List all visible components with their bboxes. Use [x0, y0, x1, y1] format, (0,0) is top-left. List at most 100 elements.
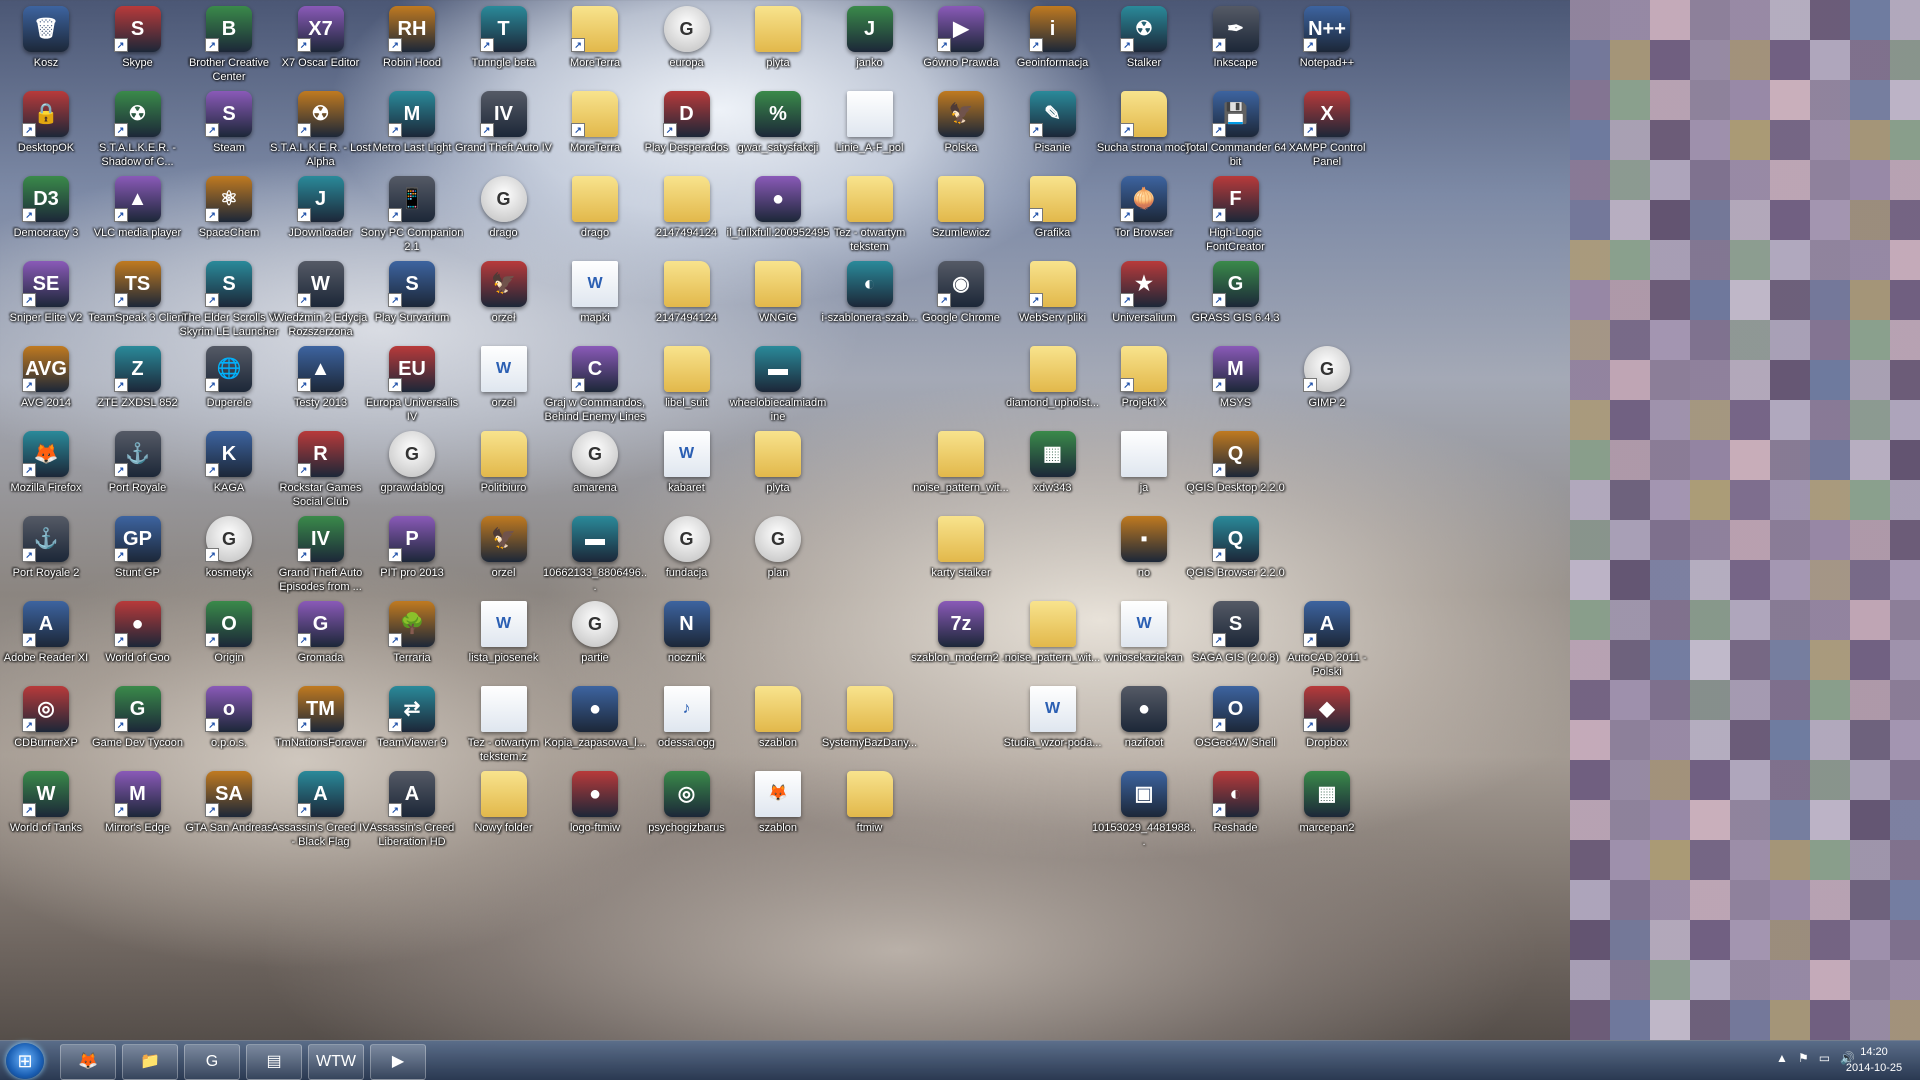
desktop-icon-label: Brother Creative Center: [188, 57, 270, 83]
desktop-icon-label: SystemyBazDany...: [821, 737, 918, 749]
mosaic-tile: [1610, 800, 1650, 840]
mosaic-tile: [1890, 40, 1920, 80]
desktop-icon-label: libel_suit: [665, 397, 708, 409]
mosaic-tile: [1610, 1000, 1650, 1040]
mosaic-tile: [1730, 320, 1770, 360]
desktop-icon-label: janko: [856, 57, 883, 69]
mosaic-tile: [1770, 400, 1810, 440]
desktop-icon-label: Skype: [122, 57, 153, 69]
shortcut-arrow-icon: ↗: [205, 803, 219, 817]
app-icon: ●: [1121, 686, 1167, 732]
shortcut-arrow-icon: ↗: [22, 208, 36, 222]
desktop-icon-label: KAGA: [213, 482, 245, 494]
mosaic-tile: [1730, 40, 1770, 80]
mosaic-tile: [1730, 800, 1770, 840]
mosaic-tile: [1730, 1000, 1770, 1040]
mosaic-tile: [1890, 280, 1920, 320]
shortcut-arrow-icon: ↗: [388, 718, 402, 732]
desktop-icon[interactable]: ◐ i-szablonera-szab...: [818, 257, 922, 357]
desktop-icon-label: AutoCAD 2011 - Polski: [1287, 652, 1367, 678]
desktop-icon[interactable]: SA ↗ GTA San Andreas: [177, 767, 281, 867]
taskbar: ⊞ 🦊 📁 G ▤ WTW ▶ ▲ ⚑ ▭ 🔊 14:20 2014-10-25: [0, 1040, 1920, 1080]
start-button[interactable]: ⊞: [6, 1043, 44, 1079]
shortcut-arrow-icon: ↗: [113, 463, 128, 477]
desktop-icon-label: Adobe Reader XI: [3, 652, 89, 664]
mosaic-tile: [1610, 40, 1650, 80]
taskbar-explorer-button[interactable]: 📁: [122, 1044, 178, 1080]
desktop-icon[interactable]: ftmiw: [818, 767, 922, 867]
desktop-icon[interactable]: X ↗ XAMPP Control Panel: [1275, 87, 1379, 187]
mosaic-tile: [1610, 320, 1650, 360]
shortcut-arrow-icon: ↗: [937, 38, 951, 52]
mosaic-tile: [1810, 200, 1850, 240]
taskbar-wtw-button[interactable]: WTW: [308, 1044, 364, 1080]
taskbar-firefox-button[interactable]: 🦊: [60, 1044, 116, 1080]
desktop-icon[interactable]: ● logo-ftmiw: [543, 767, 647, 867]
desktop-icon-label: szablon_modern2 ...: [911, 652, 1011, 664]
mosaic-tile: [1570, 520, 1610, 560]
desktop-icon[interactable]: M ↗ Mirror's Edge: [86, 767, 190, 867]
app-icon: ▬: [572, 516, 618, 562]
desktop-icon[interactable]: A ↗ Assassin's Creed IV - Black Flag: [269, 767, 373, 867]
shortcut-arrow-icon: ↗: [296, 463, 311, 477]
tray-icon[interactable]: ▭: [1819, 1051, 1830, 1065]
mosaic-tile: [1810, 760, 1850, 800]
desktop-icon[interactable]: ▦ xdw343: [1001, 427, 1105, 527]
tray-icon[interactable]: ⚑: [1798, 1051, 1809, 1065]
desktop-icon[interactable]: ▦ marcepan2: [1275, 767, 1379, 867]
mosaic-tile: [1730, 600, 1770, 640]
desktop-icon[interactable]: 🦊 szablon: [726, 767, 830, 867]
mosaic-tile: [1850, 640, 1890, 680]
mosaic-tile: [1810, 40, 1850, 80]
mosaic-tile: [1730, 160, 1770, 200]
mosaic-tile: [1810, 400, 1850, 440]
desktop-icon[interactable]: ◉ ↗ Google Chrome: [909, 257, 1013, 357]
taskbar-chart-app-button[interactable]: ▤: [246, 1044, 302, 1080]
desktop-icon-label: Assassin's Creed Liberation HD: [369, 822, 455, 848]
mosaic-tile: [1810, 640, 1850, 680]
desktop-icon-label: plan: [767, 567, 789, 579]
desktop-icon-label: logo-ftmiw: [569, 822, 621, 834]
gimp-icon: G: [572, 431, 618, 477]
mosaic-tile: [1890, 320, 1920, 360]
mosaic-tile: [1850, 920, 1890, 960]
clock[interactable]: 14:20 2014-10-25: [1834, 1044, 1914, 1076]
desktop-icon-label: Inkscape: [1213, 57, 1258, 69]
mosaic-tile: [1810, 80, 1850, 120]
desktop-icon[interactable]: G ↗ GIMP 2: [1275, 342, 1379, 442]
desktop-icon-label: Tez - otwartym tekstem.z: [467, 737, 540, 763]
app-icon: 🗑: [23, 6, 69, 52]
desktop-icon[interactable]: W Studia_wzor-poda...: [1001, 682, 1105, 782]
desktop-icon-label: Origin: [214, 652, 244, 664]
mosaic-tile: [1890, 880, 1920, 920]
desktop-icon[interactable]: Nowy folder: [452, 767, 556, 867]
tray-icon[interactable]: ▲: [1776, 1051, 1788, 1065]
desktop-icon-label: Grafika: [1034, 227, 1071, 239]
desktop-icon-label: gwar_satysfakcji: [737, 142, 819, 154]
mosaic-tile: [1690, 680, 1730, 720]
desktop-icon[interactable]: ◐ ↗ Reshade: [1184, 767, 1288, 867]
taskbar-media-player-button[interactable]: ▶: [370, 1044, 426, 1080]
shortcut-arrow-icon: ↗: [296, 123, 311, 137]
shortcut-arrow-icon: ↗: [22, 633, 36, 647]
folder-icon: [572, 176, 618, 222]
desktop-icon[interactable]: W ↗ World of Tanks: [0, 767, 98, 867]
mosaic-tile: [1690, 240, 1730, 280]
mosaic-tile: [1610, 200, 1650, 240]
doc-icon: [846, 91, 893, 137]
taskbar-gimp-button[interactable]: G: [184, 1044, 240, 1080]
desktop-icon[interactable]: Gplan: [726, 512, 830, 612]
shortcut-arrow-icon: ↗: [205, 548, 219, 562]
desktop-icon[interactable]: A ↗ Assassin's Creed Liberation HD: [360, 767, 464, 867]
desktop-icon[interactable]: 7z szablon_modern2 ...: [909, 597, 1013, 697]
gimp-icon: G: [663, 6, 710, 52]
folder-icon: [1029, 601, 1076, 647]
desktop-icon[interactable]: ◎ psychogizbarus: [635, 767, 739, 867]
desktop-icon-label: Studia_wzor-poda...: [1003, 737, 1102, 749]
shortcut-arrow-icon: ↗: [1211, 803, 1226, 817]
desktop-icon[interactable]: ▣ 10153029_4481988...: [1092, 767, 1196, 867]
mosaic-tile: [1650, 720, 1690, 760]
mosaic-tile: [1850, 120, 1890, 160]
mosaic-tile: [1690, 1000, 1730, 1040]
shortcut-arrow-icon: ↗: [1303, 378, 1317, 392]
